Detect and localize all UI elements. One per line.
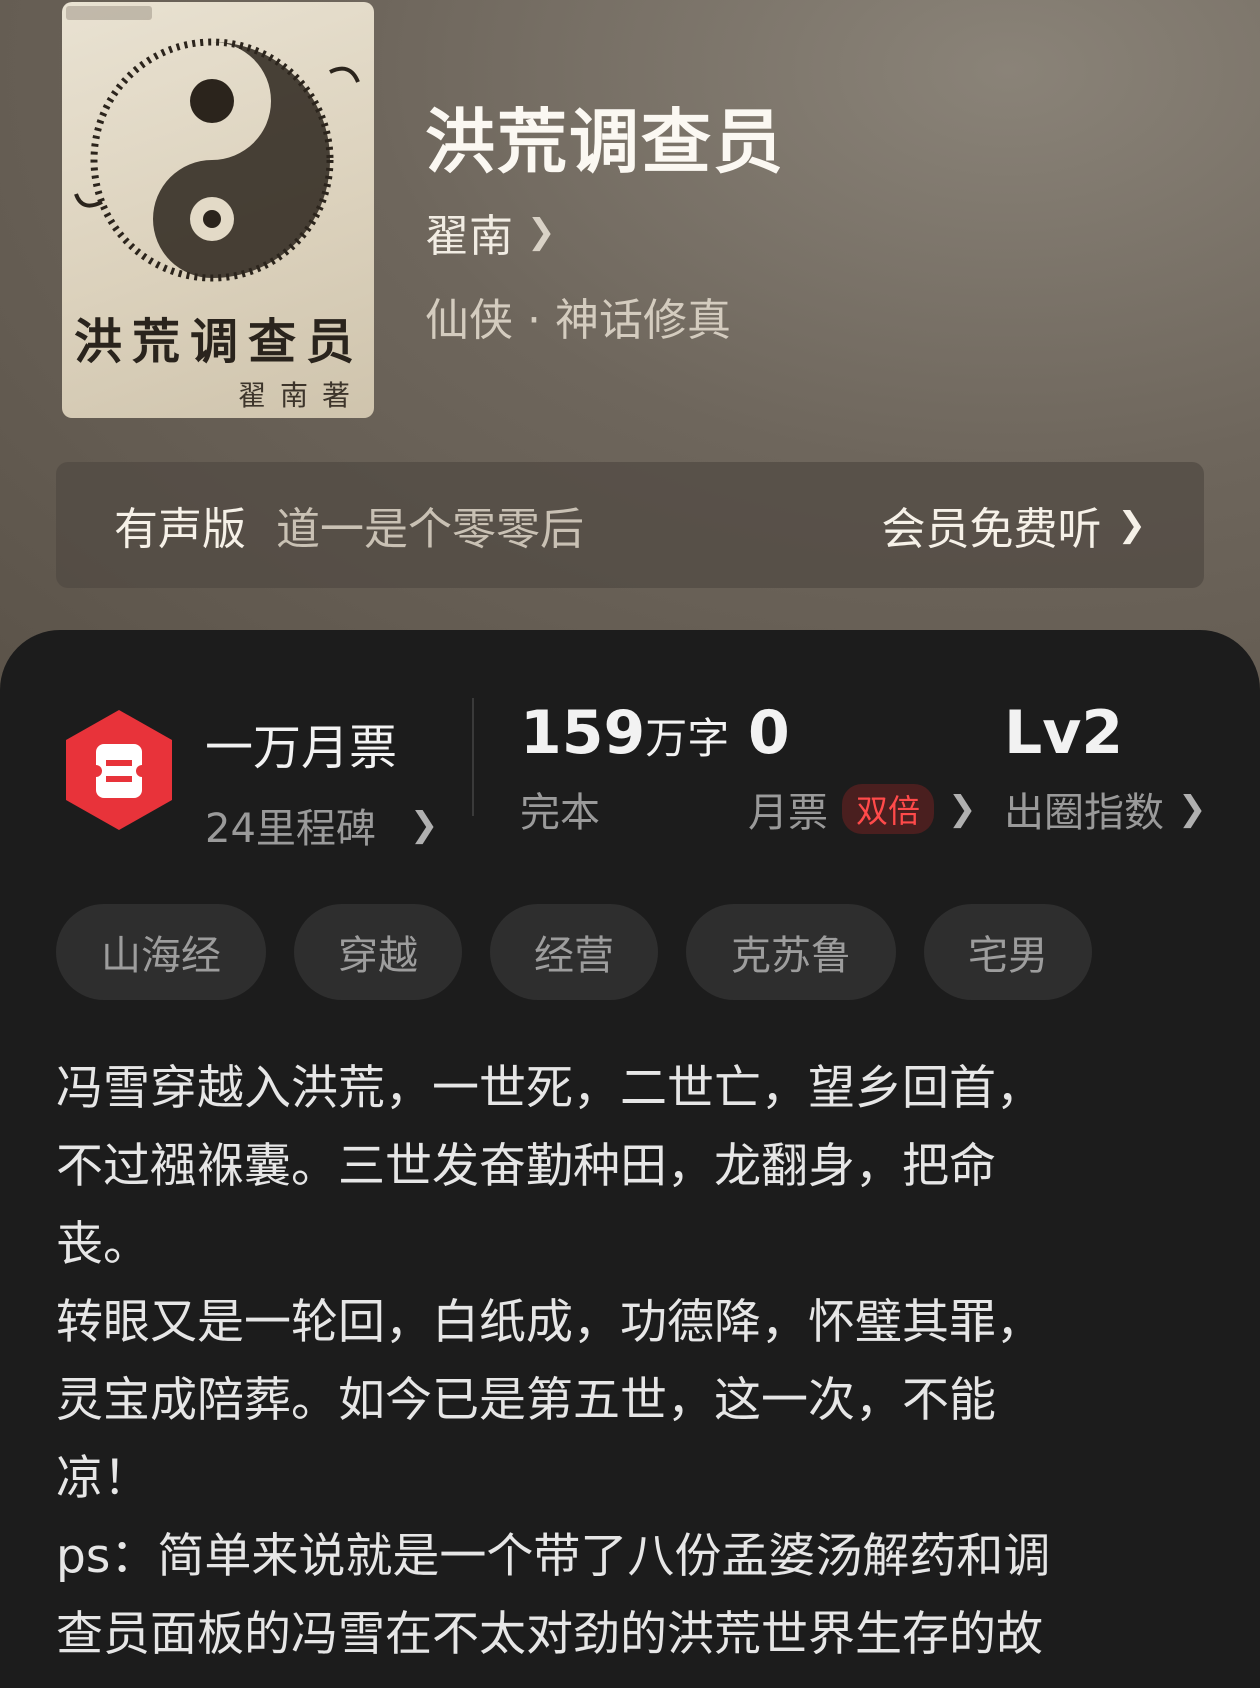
author-link[interactable]: 翟南 ❯: [425, 200, 556, 264]
chevron-right-icon: ❯: [1117, 505, 1147, 545]
double-badge: 双倍: [842, 784, 935, 834]
book-title: 洪荒调查员: [425, 100, 785, 183]
monthly-votes-count: 0: [748, 698, 790, 768]
stats-divider: [472, 698, 474, 816]
description-line: 灵宝成陪葬。如今已是第五世，这一次，不能: [56, 1373, 996, 1428]
cover-author: 翟南著: [237, 379, 364, 412]
description-line: 冯雪穿越入洪荒，一世死，二世亡，望乡回首，: [56, 1061, 1043, 1116]
chevron-right-icon: ❯: [527, 212, 556, 252]
description-line: 丧。: [56, 1217, 150, 1272]
tag-chip[interactable]: 宅男: [924, 904, 1092, 1000]
milestone-title: 一万月票: [205, 720, 398, 776]
tag-chip[interactable]: 经营: [490, 904, 658, 1000]
book-description: 冯雪穿越入洪荒，一世死，二世亡，望乡回首， 不过襁褓囊。三世发奋勤种田，龙翻身，…: [56, 1050, 1216, 1674]
author-name: 翟南: [425, 211, 513, 262]
audio-reader: 道一是个零零后: [276, 504, 584, 555]
description-line: 凉！: [56, 1451, 150, 1506]
monthly-votes-label: 月票: [748, 790, 828, 836]
free-listen-button[interactable]: 会员免费听 ❯: [882, 493, 1147, 557]
chevron-right-icon: ❯: [409, 805, 439, 845]
free-listen-label: 会员免费听: [881, 504, 1102, 555]
tag-chip[interactable]: 克苏鲁: [686, 904, 896, 1000]
tag-list: 山海经 穿越 经营 克苏鲁 宅男: [56, 904, 1092, 1000]
description-line: 查员面板的冯雪在不太对劲的洪荒世界生存的故: [56, 1607, 1043, 1662]
yin-yang-cover-art: [74, 38, 360, 282]
chevron-right-icon: ❯: [1178, 789, 1207, 829]
word-count-stat: 159 万字 完本: [520, 698, 729, 838]
status-label: 完本: [520, 790, 600, 836]
book-cover[interactable]: 洪荒调查员 翟南著: [62, 2, 374, 418]
tag-chip[interactable]: 穿越: [294, 904, 462, 1000]
ticket-hexagon-icon: [66, 710, 172, 830]
milestone-sub: 24里程碑: [205, 806, 376, 852]
description-line: ps：简单来说就是一个带了八份孟婆汤解药和调: [56, 1529, 1051, 1584]
word-count-number: 159: [520, 698, 646, 768]
monthly-votes-stat[interactable]: 0 月票 双倍 ❯: [748, 698, 977, 838]
word-count-unit: 万字: [645, 714, 730, 763]
influence-level: Lv2: [1004, 698, 1124, 768]
milestone-stat[interactable]: 一万月票 24里程碑 ❯: [205, 708, 438, 854]
influence-stat[interactable]: Lv2 出圈指数 ❯: [1004, 698, 1207, 838]
chevron-right-icon: ❯: [948, 789, 977, 829]
description-line: 不过襁褓囊。三世发奋勤种田，龙翻身，把命: [56, 1139, 996, 1194]
description-line: 转眼又是一轮回，白纸成，功德降，怀璧其罪，: [56, 1295, 1043, 1350]
cover-title: 洪荒调查员: [74, 314, 365, 370]
influence-label: 出圈指数: [1004, 790, 1164, 836]
audio-label: 有声版: [114, 504, 246, 555]
genre-label: 仙侠 · 神话修真: [425, 295, 731, 346]
tag-chip[interactable]: 山海经: [56, 904, 266, 1000]
audio-version-bar[interactable]: 有声版 道一是个零零后 会员免费听 ❯: [56, 462, 1204, 588]
